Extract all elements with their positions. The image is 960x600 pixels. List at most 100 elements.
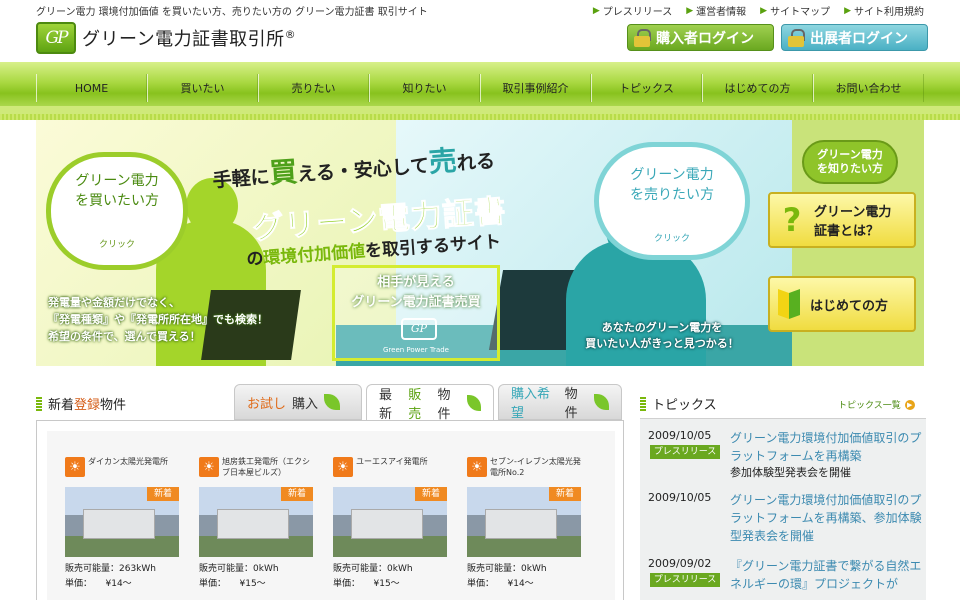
site-logo[interactable]: GP グリーン電力証書取引所®	[36, 22, 296, 54]
logo-text: グリーン電力証書取引所®	[82, 28, 297, 50]
topic-link[interactable]: グリーン電力環境付加価値取引のプラットフォームを再構築 参加体験型発表会を開催	[730, 429, 926, 482]
sell-click-label: クリック	[653, 234, 690, 244]
press-release-badge: プレスリリース	[650, 445, 720, 459]
new-listings-title: 新着登録物件	[36, 394, 126, 413]
trade-line2: グリーン電力証書売買	[351, 295, 481, 310]
lock-icon	[788, 28, 805, 47]
lock-icon	[634, 28, 651, 47]
sell-bubble-button[interactable]: グリーン電力 を売りたい方 クリック	[594, 142, 750, 260]
card-amount: 販売可能量：0kWh	[467, 564, 547, 574]
leaf-icon	[594, 394, 610, 410]
seller-login-button[interactable]: 出展者ログイン	[781, 24, 928, 51]
util-link-sitemap[interactable]: ▶ サイトマップ	[760, 3, 830, 19]
topic-link[interactable]: グリーン電力環境付加価値取引のプラットフォームを再構築、参加体験型発表会を開催	[730, 491, 926, 545]
card-price: 単価： ¥14～	[467, 579, 534, 589]
green-power-trade-logo-icon: GP	[401, 318, 437, 340]
press-release-badge: プレスリリース	[650, 573, 720, 587]
card-name: セブン-イレブン太陽光発電所No.2	[490, 457, 581, 477]
learn-bubble-button[interactable]: グリーン電力 を知りたい方	[802, 140, 898, 184]
solar-icon: ☀	[333, 457, 353, 477]
plant-photo: 新着	[467, 487, 581, 557]
section-bullet-icon	[640, 396, 646, 411]
card-price: 単価： ¥15～	[199, 579, 266, 589]
topics-panel: 2009/10/05 プレスリリース グリーン電力環境付加価値取引のプラットフォ…	[640, 418, 926, 600]
topics-more-link[interactable]: トピックス一覧 ▶	[838, 398, 915, 411]
util-link-operator[interactable]: ▶ 運営者情報	[686, 3, 746, 19]
new-badge: 新着	[281, 487, 313, 501]
listing-card[interactable]: ☀ ユーエスアイ発電所 新着 販売可能量：0kWh 単価： ¥15～	[333, 457, 449, 589]
new-badge: 新着	[549, 487, 581, 501]
trade-caption: Green Power Trade	[383, 346, 449, 354]
util-link-press[interactable]: ▶ プレスリリース	[592, 3, 672, 19]
arrow-icon: ▶	[760, 5, 768, 16]
listing-card[interactable]: ☀ 旭房鉄工発電所（エクシブ日本屋ビルズ） 新着 販売可能量：0kWh 単価： ¥…	[199, 457, 315, 589]
beginner-mark-icon	[778, 289, 802, 319]
beginners-button[interactable]: はじめての方	[768, 276, 916, 332]
listing-cards: ☀ ダイカン太陽光発電所 新着 販売可能量：263kWh 単価： ¥14～ ☀ 旭房…	[65, 457, 583, 589]
hero-banner: グリーン電力 を買いたい方 クリック グリーン電力 を売りたい方 クリック 手軽に買…	[36, 120, 924, 366]
buyer-login-label: 購入者ログイン	[656, 30, 754, 47]
nav-contact[interactable]: お問い合わせ	[813, 74, 924, 102]
logo-mark-icon: GP	[36, 22, 76, 54]
card-amount: 販売可能量：263kWh	[65, 564, 156, 574]
hero-copy-sell: あなたのグリーン電力を 買いたい人がきっと見つかる！	[585, 321, 739, 350]
nav-buy[interactable]: 買いたい	[147, 74, 258, 102]
buyer-login-button[interactable]: 購入者ログイン	[627, 24, 774, 51]
seller-login-label: 出展者ログイン	[810, 30, 908, 47]
beginners-label: はじめての方	[810, 298, 889, 314]
nav-home[interactable]: HOME	[36, 74, 147, 102]
plant-photo: 新着	[199, 487, 313, 557]
solar-icon: ☀	[65, 457, 85, 477]
trade-line1: 相手が見える	[377, 275, 455, 290]
nav-topics[interactable]: トピックス	[591, 74, 702, 102]
plant-photo: 新着	[333, 487, 447, 557]
nav-beginners[interactable]: はじめての方	[702, 74, 813, 102]
card-price: 単価： ¥15～	[333, 579, 400, 589]
question-mark-icon: ?	[782, 201, 802, 239]
nav-cases[interactable]: 取引事例紹介	[480, 74, 591, 102]
nav-learn[interactable]: 知りたい	[369, 74, 480, 102]
util-link-terms[interactable]: ▶ サイト利用規約	[844, 3, 924, 19]
listing-card[interactable]: ☀ ダイカン太陽光発電所 新着 販売可能量：263kWh 単価： ¥14～	[65, 457, 181, 589]
arrow-icon: ▶	[592, 5, 600, 16]
hero-copy-buy: 発電量や金額だけでなく、 『発電種類』や『発電所所在地』でも検索！ 希望の条件で、選…	[48, 296, 268, 344]
tab-purchase-wish[interactable]: 購入希望 物件	[498, 384, 622, 421]
nav-bar: HOME 買いたい 売りたい 知りたい 取引事例紹介 トピックス はじめての方 …	[0, 62, 960, 114]
main-nav: HOME 買いたい 売りたい 知りたい 取引事例紹介 トピックス はじめての方 …	[36, 74, 924, 102]
card-name: 旭房鉄工発電所（エクシブ日本屋ビルズ）	[222, 457, 310, 477]
arrow-circle-icon: ▶	[904, 399, 915, 410]
topic-link[interactable]: 『グリーン電力証書で繋がる自然エネルギーの環』プロジェクトが	[730, 557, 926, 593]
solar-icon: ☀	[467, 457, 487, 477]
new-badge: 新着	[415, 487, 447, 501]
new-badge: 新着	[147, 487, 179, 501]
what-is-certificate-label: グリーン電力 証書とは？	[814, 205, 892, 239]
card-amount: 販売可能量：0kWh	[199, 564, 279, 574]
solar-icon: ☀	[199, 457, 219, 477]
listing-card[interactable]: ☀ セブン-イレブン太陽光発電所No.2 新着 販売可能量：0kWh 単価： ¥1…	[467, 457, 583, 589]
site-tagline: グリーン電力 環境付加価値 を買いたい方、売りたい方の グリーン電力証書 取引サ…	[36, 7, 428, 18]
card-price: 単価： ¥14～	[65, 579, 132, 589]
buy-bubble-text: グリーン電力 を買いたい方	[75, 173, 159, 210]
leaf-icon	[466, 394, 481, 411]
card-amount: 販売可能量：0kWh	[333, 564, 413, 574]
topic-date: 2009/10/05	[648, 429, 712, 442]
topic-date: 2009/10/05	[648, 491, 712, 504]
sell-bubble-text: グリーン電力 を売りたい方	[630, 167, 714, 204]
utility-links: ▶ プレスリリース ▶ 運営者情報 ▶ サイトマップ ▶ サイト利用規約	[592, 3, 924, 19]
buy-click-label: クリック	[98, 240, 135, 250]
what-is-certificate-button[interactable]: ? グリーン電力 証書とは？	[768, 192, 916, 248]
topic-date: 2009/09/02	[648, 557, 712, 570]
card-name: ユーエスアイ発電所	[356, 457, 428, 466]
plant-photo: 新着	[65, 487, 179, 557]
arrow-icon: ▶	[844, 5, 851, 16]
tab-latest-sales[interactable]: 最新 販売 物件	[366, 384, 494, 422]
nav-sell[interactable]: 売りたい	[258, 74, 369, 102]
arrow-icon: ▶	[686, 5, 694, 16]
section-bullet-icon	[36, 396, 42, 411]
trade-callout: 相手が見える グリーン電力証書売買 GP Green Power Trade	[332, 265, 500, 361]
listing-panel: ☀ ダイカン太陽光発電所 新着 販売可能量：263kWh 単価： ¥14～ ☀ 旭房…	[36, 420, 624, 600]
buy-bubble-button[interactable]: グリーン電力 を買いたい方 クリック	[46, 152, 188, 270]
card-name: ダイカン太陽光発電所	[88, 457, 168, 466]
leaf-icon	[324, 394, 341, 410]
tab-trial-purchase[interactable]: お試し 購入	[234, 384, 362, 420]
